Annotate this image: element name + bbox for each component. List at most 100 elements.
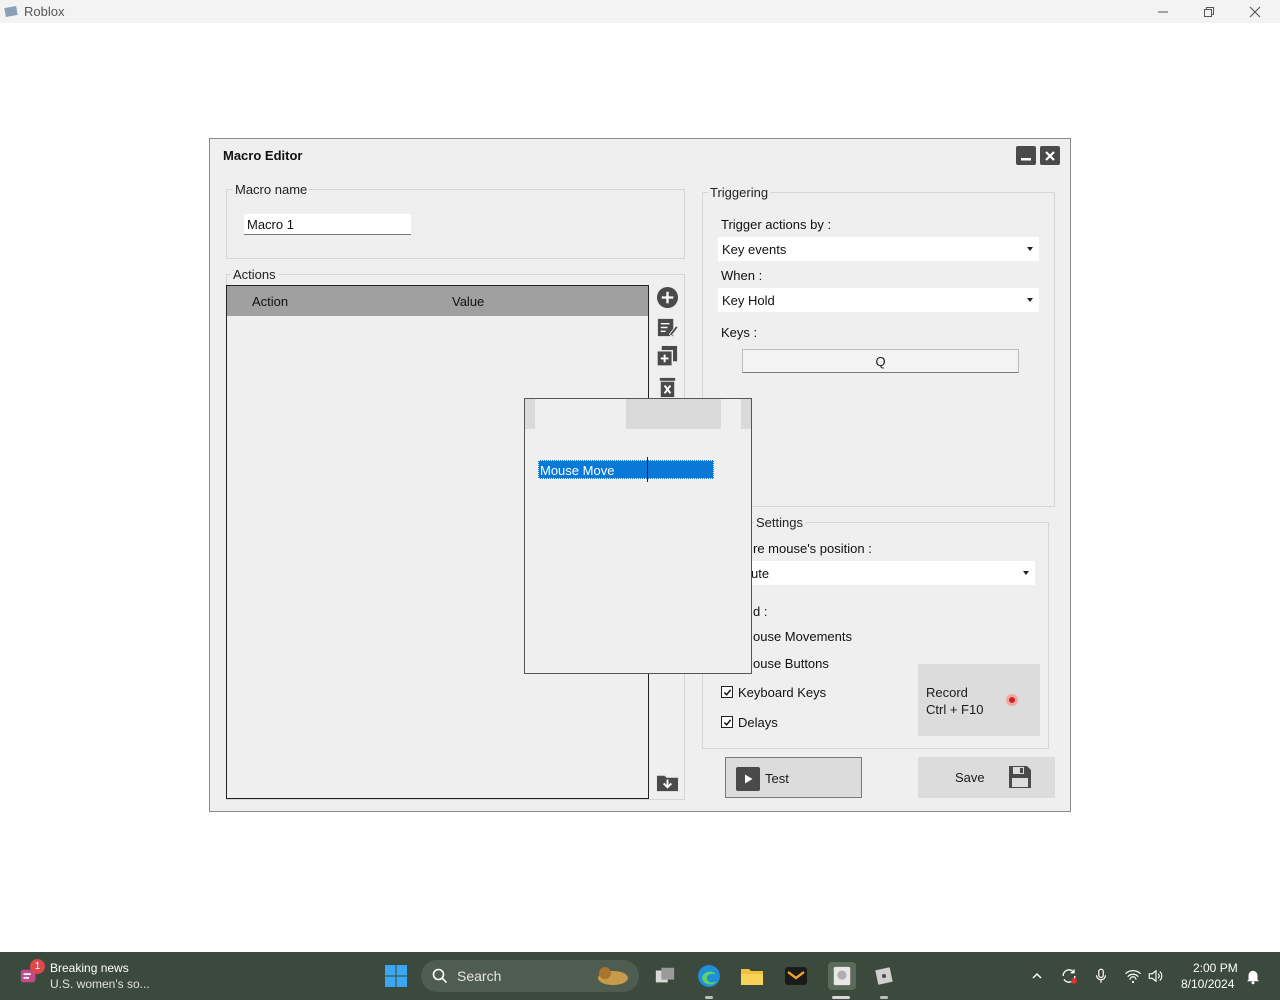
save-button[interactable]: Save: [918, 757, 1055, 798]
edge-button[interactable]: [697, 964, 721, 988]
delays-label[interactable]: Delays: [738, 715, 778, 730]
record-dot-icon: [1006, 694, 1018, 706]
macro-app-icon: [833, 966, 851, 986]
popup-header-strip: [741, 399, 751, 429]
mouse-position-value: ute: [751, 566, 770, 581]
clock-date[interactable]: 8/10/2024: [1181, 977, 1234, 991]
when-label: When :: [721, 268, 763, 283]
microphone-tray-button[interactable]: [1089, 964, 1113, 988]
task-view-button[interactable]: [653, 964, 677, 988]
macro-app-button[interactable]: [828, 962, 856, 990]
edit-icon: [657, 318, 679, 337]
record-button[interactable]: Record Ctrl + F10: [918, 664, 1040, 736]
import-actions-button[interactable]: [655, 770, 679, 794]
option-mouse-buttons-label[interactable]: ouse Buttons: [753, 656, 829, 671]
macro-name-group-label: Macro name: [233, 182, 310, 197]
keyboard-keys-checkbox[interactable]: [721, 686, 733, 698]
mail-icon: [785, 967, 807, 985]
dialog-close-button[interactable]: [1040, 146, 1060, 165]
minimize-icon: [1021, 157, 1031, 160]
record-title: Record: [926, 685, 968, 700]
test-label: Test: [765, 771, 789, 786]
keyboard-keys-label[interactable]: Keyboard Keys: [738, 685, 826, 700]
news-title[interactable]: Breaking news: [50, 961, 129, 975]
option-mouse-movements-label[interactable]: ouse Movements: [753, 629, 852, 644]
clock-time[interactable]: 2:00 PM: [1193, 961, 1238, 975]
volume-tray-button[interactable]: [1144, 964, 1168, 988]
duplicate-action-button[interactable]: [655, 344, 679, 368]
popup-selected-item[interactable]: Mouse Move: [538, 460, 714, 479]
column-header-action[interactable]: Action: [252, 294, 288, 309]
show-hidden-icons-button[interactable]: [1025, 964, 1049, 988]
taskbar-search[interactable]: Search: [421, 960, 639, 992]
delete-action-button[interactable]: [655, 375, 679, 399]
play-icon: [736, 767, 760, 791]
trigger-by-select[interactable]: Key events: [718, 237, 1039, 261]
search-placeholder: Search: [457, 968, 502, 984]
search-icon: [432, 968, 448, 984]
microphone-icon: [1095, 968, 1107, 983]
notifications-button[interactable]: [1241, 964, 1265, 988]
test-button[interactable]: Test: [725, 757, 862, 798]
edge-running-indicator: [705, 996, 713, 999]
when-select[interactable]: Key Hold: [718, 288, 1039, 312]
sync-tray-button[interactable]: [1057, 964, 1081, 988]
dialog-minimize-button[interactable]: [1016, 146, 1036, 165]
folder-icon: [741, 969, 763, 985]
dialog-title: Macro Editor: [223, 148, 303, 163]
record-shortcut: Ctrl + F10: [926, 702, 984, 717]
edge-browser-icon: [698, 965, 720, 987]
hotkey-button[interactable]: Q: [742, 349, 1019, 373]
popup-cursor-line: [647, 457, 648, 482]
close-icon: [1045, 150, 1055, 161]
news-badge: 1: [30, 959, 45, 974]
chevron-up-icon: [1032, 973, 1042, 979]
check-icon: [723, 688, 731, 696]
floppy-disk-icon: [1008, 765, 1032, 789]
bell-icon: [1247, 970, 1259, 985]
chevron-down-icon: [1027, 298, 1033, 302]
search-highlight-icon: [598, 967, 628, 985]
duplicate-icon: [655, 345, 677, 367]
roblox-running-indicator: [880, 996, 888, 999]
check-icon: [723, 718, 731, 726]
mouse-position-select[interactable]: ute: [747, 561, 1035, 585]
popup-header-strip: [626, 399, 721, 429]
actions-group-label: Actions: [231, 267, 278, 282]
actions-list-header: Action Value: [227, 286, 648, 316]
macro-name-input[interactable]: [244, 214, 411, 235]
keys-label: Keys :: [721, 325, 758, 340]
popup-header-strip: [525, 399, 535, 429]
close-icon: [1249, 6, 1261, 17]
action-type-popup[interactable]: Mouse Move: [524, 398, 752, 674]
roblox-taskbar-button[interactable]: [872, 964, 896, 988]
folder-import-icon: [656, 775, 678, 791]
news-subtitle[interactable]: U.S. women's so...: [50, 977, 150, 991]
chevron-down-icon: [1027, 247, 1033, 251]
window-minimize-button[interactable]: [1140, 0, 1186, 23]
app-titlebar: Roblox: [0, 0, 1280, 23]
add-icon: [656, 286, 678, 308]
mail-app-button[interactable]: [784, 964, 808, 988]
roblox-icon: [875, 967, 893, 985]
save-label: Save: [955, 770, 985, 785]
macro-active-indicator: [832, 996, 850, 999]
add-action-button[interactable]: [655, 285, 679, 309]
settings-group-label: Settings: [754, 515, 805, 530]
restore-icon: [1204, 6, 1214, 17]
mouse-position-label: re mouse's position :: [753, 541, 872, 556]
trigger-by-value: Key events: [722, 242, 787, 257]
start-button[interactable]: [384, 964, 408, 988]
column-header-value[interactable]: Value: [452, 294, 484, 309]
file-explorer-button[interactable]: [740, 964, 764, 988]
edit-action-button[interactable]: [655, 315, 679, 339]
triggering-group-label: Triggering: [708, 185, 771, 200]
delete-icon: [659, 377, 675, 397]
delays-checkbox[interactable]: [721, 716, 733, 728]
wifi-tray-button[interactable]: [1121, 964, 1145, 988]
window-restore-button[interactable]: [1186, 0, 1232, 23]
app-title: Roblox: [24, 4, 65, 19]
speaker-icon: [1148, 969, 1163, 983]
when-value: Key Hold: [722, 293, 775, 308]
window-close-button[interactable]: [1232, 0, 1278, 23]
